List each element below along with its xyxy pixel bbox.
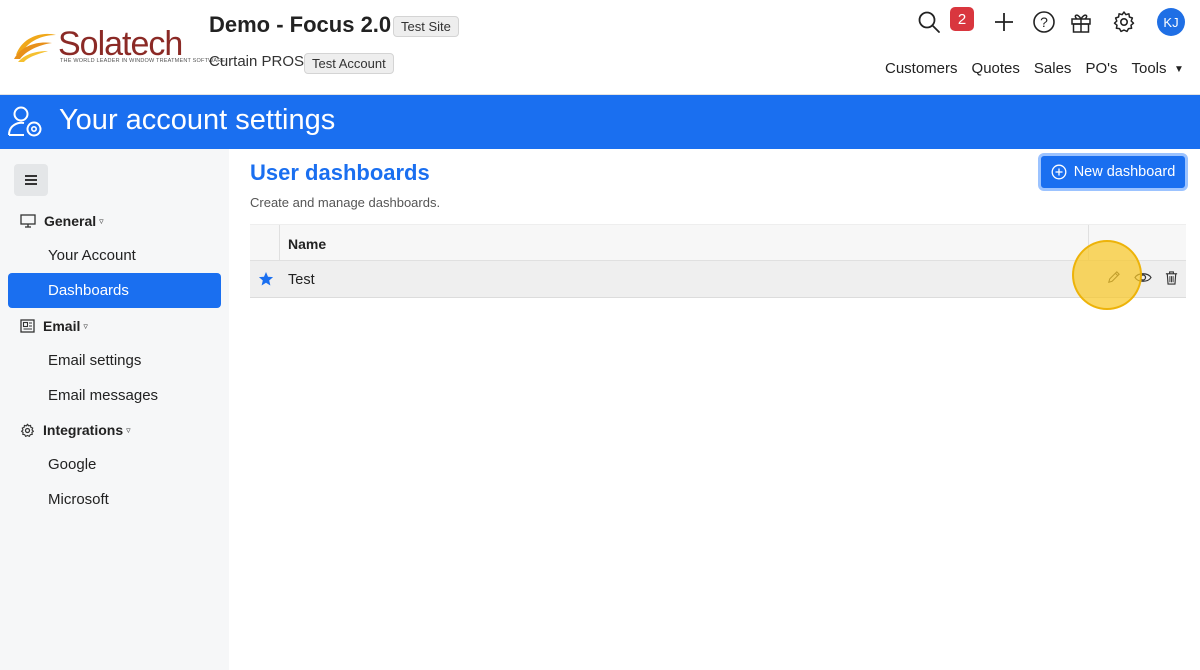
plus-icon[interactable] — [991, 9, 1017, 35]
site-badge: Test Site — [393, 16, 459, 37]
hamburger-icon — [25, 175, 37, 185]
sidebar-item-email-settings[interactable]: Email settings — [48, 352, 141, 369]
click-highlight-marker — [1072, 240, 1142, 310]
nav-customers[interactable]: Customers — [885, 60, 958, 77]
dashboard-name[interactable]: Test — [288, 272, 315, 288]
page-banner: Your account settings — [0, 95, 1200, 149]
nav-sales[interactable]: Sales — [1034, 60, 1072, 77]
site-title: Demo - Focus 2.0 — [209, 12, 392, 37]
section-title: User dashboards — [250, 160, 430, 185]
plus-circle-icon — [1051, 164, 1067, 180]
page-title: Your account settings — [59, 104, 336, 136]
sidebar-toggle-button[interactable] — [14, 164, 48, 196]
settings-sidebar: General ▿ Your Account Dashboards Email … — [0, 149, 229, 670]
section-email-label: Email — [43, 318, 81, 334]
tools-caret-icon[interactable]: ▼ — [1174, 64, 1184, 75]
new-dashboard-button[interactable]: New dashboard — [1038, 153, 1188, 191]
table-header: Name — [250, 224, 1186, 261]
column-header-name[interactable]: Name — [288, 236, 326, 252]
section-email[interactable]: Email ▿ — [20, 318, 88, 334]
nav-quotes[interactable]: Quotes — [972, 60, 1020, 77]
chevron-down-icon: ▿ — [126, 424, 131, 435]
star-icon[interactable] — [258, 271, 274, 287]
newspaper-icon — [20, 319, 35, 333]
search-icon[interactable] — [916, 9, 942, 35]
help-icon[interactable]: ? — [1031, 9, 1057, 35]
sidebar-item-email-messages[interactable]: Email messages — [48, 387, 158, 404]
sidebar-item-dashboards[interactable]: Dashboards — [8, 273, 221, 308]
section-general[interactable]: General ▿ — [20, 213, 104, 229]
logo-swoosh-icon — [14, 33, 56, 62]
nav-tools[interactable]: Tools — [1131, 60, 1166, 77]
favorite-column-header — [250, 225, 280, 261]
svg-text:?: ? — [1040, 14, 1048, 30]
monitor-icon — [20, 214, 36, 228]
notification-badge[interactable]: 2 — [950, 7, 974, 31]
section-general-label: General — [44, 213, 97, 229]
delete-icon[interactable] — [1164, 270, 1179, 286]
solatech-logo[interactable]: Solatech The world leader in window trea… — [12, 25, 225, 67]
sidebar-item-microsoft[interactable]: Microsoft — [48, 491, 109, 508]
top-nav: Customers Quotes Sales PO's Tools — [885, 60, 1181, 77]
table-row[interactable]: Test — [250, 261, 1186, 298]
gift-icon[interactable] — [1068, 9, 1094, 35]
logo-tagline: The world leader in window treatment sof… — [60, 58, 226, 64]
sidebar-item-your-account[interactable]: Your Account — [48, 247, 136, 264]
gear-icon — [21, 423, 34, 437]
section-integrations[interactable]: Integrations ▿ — [20, 422, 131, 438]
chevron-down-icon: ▿ — [99, 215, 104, 226]
top-header: Solatech The world leader in window trea… — [0, 0, 1200, 95]
user-gear-icon — [8, 106, 42, 137]
new-dashboard-label: New dashboard — [1073, 164, 1176, 180]
account-name: Curtain PROS — [209, 53, 305, 70]
section-subtitle: Create and manage dashboards. — [250, 195, 441, 210]
user-avatar[interactable]: KJ — [1157, 8, 1185, 36]
nav-pos[interactable]: PO's — [1085, 60, 1117, 77]
sidebar-item-label: Dashboards — [48, 282, 129, 299]
dashboards-table: Name Test — [250, 224, 1186, 298]
account-badge: Test Account — [304, 53, 394, 74]
sidebar-item-google[interactable]: Google — [48, 456, 96, 473]
gear-icon[interactable] — [1111, 9, 1137, 35]
section-integrations-label: Integrations — [43, 422, 124, 438]
chevron-down-icon: ▿ — [83, 320, 88, 331]
